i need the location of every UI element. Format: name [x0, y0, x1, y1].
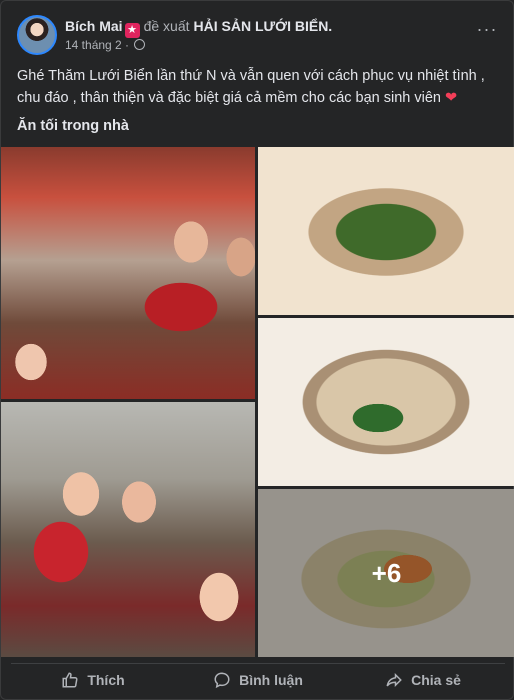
share-button[interactable]: Chia sẻ [341, 666, 505, 694]
comment-icon [214, 672, 230, 689]
author-avatar[interactable] [17, 15, 57, 55]
post-header: Bích Mai ★ đề xuất HẢI SẢN LƯỚI BIỂN. 14 th… [17, 15, 501, 57]
photo-seafood-noodles[interactable]: +6 [258, 489, 514, 657]
action-bar: Thích Bình luận Chia sẻ [11, 663, 505, 693]
post-body: Ghé Thăm Lưới Biển lần thứ N và vẫn quen… [17, 68, 485, 106]
author-name[interactable]: Bích Mai [65, 18, 123, 34]
photo-clams-herbs[interactable] [258, 147, 514, 315]
more-photos-overlay[interactable]: +6 [258, 489, 514, 657]
post-meta: 14 tháng 2 · [65, 37, 146, 53]
photo-clam-soup[interactable] [258, 318, 514, 486]
comment-label: Bình luận [239, 672, 303, 688]
page-name[interactable]: HẢI SẢN LƯỚI BIỂN. [194, 18, 333, 34]
photo-grid: +6 [1, 147, 514, 657]
post-text: Ghé Thăm Lưới Biển lần thứ N và vẫn quen… [17, 65, 497, 109]
share-icon [386, 672, 402, 688]
post-card: Bích Mai ★ đề xuất HẢI SẢN LƯỚI BIỂN. 14 th… [0, 0, 514, 700]
like-button[interactable]: Thích [11, 666, 175, 694]
thumbs-up-icon [62, 672, 78, 688]
heart-icon: ❤ [445, 90, 458, 106]
more-photos-count: +6 [371, 557, 402, 588]
share-label: Chia sẻ [411, 672, 461, 688]
author-line: Bích Mai ★ đề xuất HẢI SẢN LƯỚI BIỂN. [65, 17, 332, 38]
checkin-label: Ăn tối trong nhà [17, 118, 129, 134]
photo-group-dinner[interactable] [1, 147, 255, 399]
globe-icon [134, 39, 146, 50]
photo-friends-selfie[interactable] [1, 402, 255, 657]
recommends-label: đề xuất [143, 18, 190, 34]
like-label: Thích [87, 672, 125, 688]
star-badge-icon: ★ [124, 23, 140, 38]
comment-button[interactable]: Bình luận [176, 666, 340, 694]
more-options-button[interactable]: ··· [473, 20, 501, 45]
post-date[interactable]: 14 tháng 2 · [65, 38, 129, 52]
